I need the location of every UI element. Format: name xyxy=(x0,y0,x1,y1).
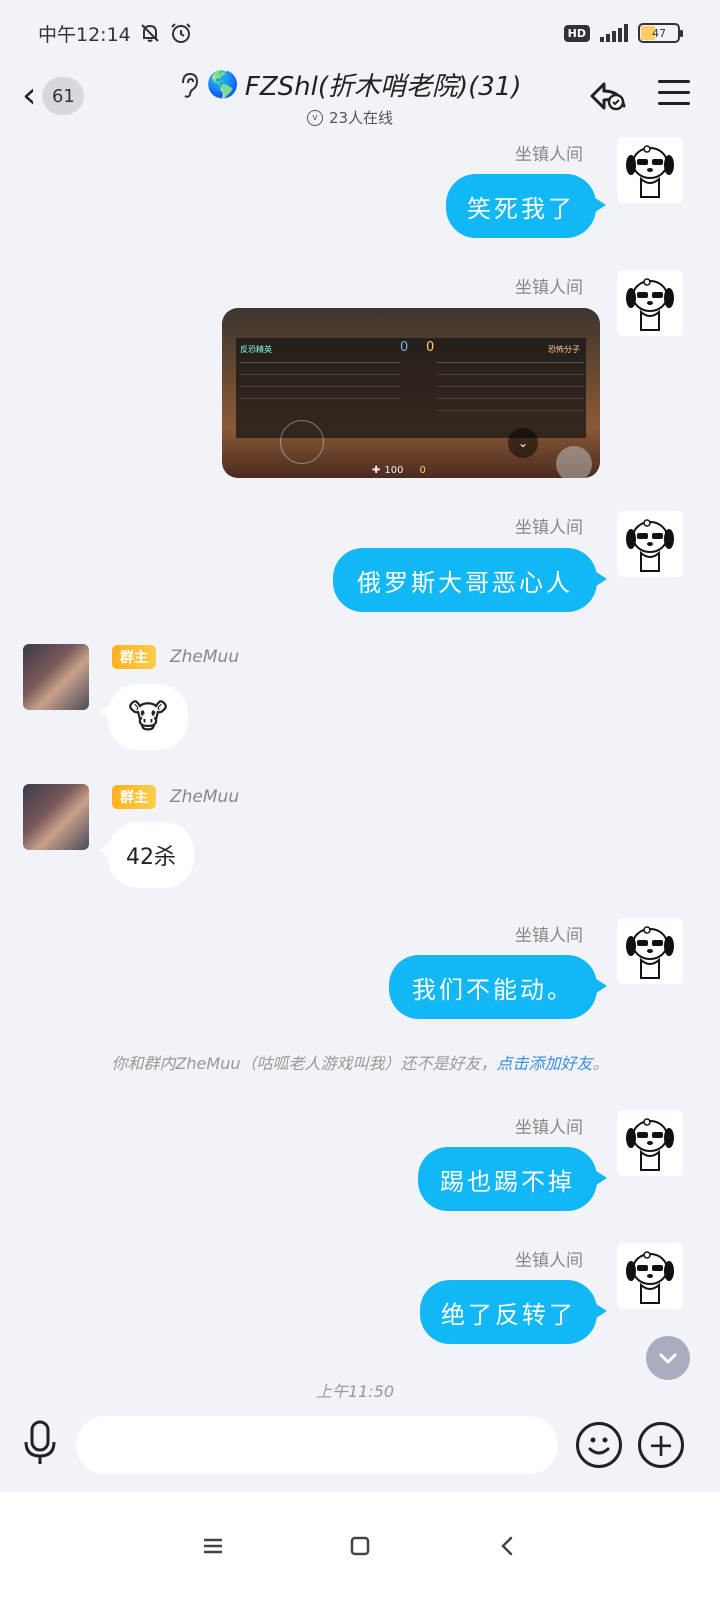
scoreboard-right-label: 恐怖分子 xyxy=(548,345,580,354)
status-left: 中午12:14 xyxy=(38,20,193,47)
scoreboard-left-label: 反恐精英 xyxy=(240,345,272,354)
avatar[interactable] xyxy=(23,644,89,710)
joystick-icon xyxy=(280,420,324,464)
message-bubble[interactable]: 🐮 xyxy=(99,684,188,750)
message-bubble[interactable]: 踢也踢不掉 xyxy=(418,1147,607,1211)
dog-avatar-icon xyxy=(626,926,674,979)
home-button[interactable] xyxy=(340,1526,380,1566)
chat-title-area[interactable]: 🌎 FZShl(折木哨老院)(31) v 23人在线 xyxy=(170,66,530,128)
message-bubble[interactable]: 俄罗斯大哥恶心人 xyxy=(333,548,607,612)
game-health: 100 xyxy=(384,464,404,476)
message-bubble[interactable]: 笑死我了 xyxy=(446,174,606,238)
plus-button[interactable]: + xyxy=(638,1422,684,1468)
input-bar: + xyxy=(0,1408,720,1488)
scroll-to-bottom-button[interactable] xyxy=(646,1336,690,1380)
emoji-button[interactable] xyxy=(576,1422,622,1468)
microphone-icon[interactable] xyxy=(20,1418,60,1468)
system-nav-bar xyxy=(0,1492,720,1600)
chat-title: FZShl(折木哨老院)(31) xyxy=(244,72,522,102)
dog-avatar-icon xyxy=(626,145,674,198)
bell-muted-icon xyxy=(141,24,159,42)
dog-avatar-icon xyxy=(626,1251,674,1304)
avatar[interactable] xyxy=(23,784,89,850)
chevron-down-icon: ⌄ xyxy=(508,428,538,458)
sender-name: ZheMuu xyxy=(170,647,240,667)
score-a: 0 xyxy=(400,340,409,355)
ear-icon xyxy=(182,72,199,98)
sender-name: 坐镇人间 xyxy=(515,1118,583,1138)
battery-level: 47 xyxy=(652,26,666,40)
status-bar: 中午12:14 HD 47 xyxy=(0,0,720,66)
menu-lines-icon xyxy=(204,1538,223,1554)
chevron-left-icon xyxy=(500,1536,512,1556)
avatar[interactable] xyxy=(617,511,683,577)
chevron-down-circle-icon: v xyxy=(306,109,323,126)
hd-badge: HD xyxy=(563,24,590,42)
owner-badge: 群主 xyxy=(112,645,156,669)
system-note-text: 你和群内ZheMuu（咕呱老人游戏叫我）还不是好友， xyxy=(111,1054,497,1073)
signal-icon xyxy=(600,24,628,42)
dog-avatar-icon xyxy=(626,278,674,331)
add-friend-link[interactable]: 点击添加好友 xyxy=(497,1054,593,1073)
status-time: 中午12:14 xyxy=(38,23,131,46)
owner-badge: 群主 xyxy=(112,785,156,809)
globe-icon: 🌎 xyxy=(206,69,239,100)
avatar[interactable] xyxy=(617,1110,683,1176)
share-screen-icon[interactable] xyxy=(586,76,632,116)
menu-icon[interactable] xyxy=(658,80,690,110)
message-input[interactable] xyxy=(76,1416,558,1474)
plus-icon: + xyxy=(647,1426,675,1464)
game-screenshot-image[interactable]: 反恐精英 0 0 恐怖分子 ✚ 100 0 ⌄ xyxy=(222,308,600,478)
alarm-icon xyxy=(171,23,191,43)
chevron-left-icon: ‹ xyxy=(22,75,37,116)
sender-name: 坐镇人间 xyxy=(515,1251,583,1271)
recent-apps-button[interactable] xyxy=(193,1526,233,1566)
back-button[interactable]: ‹ 61 xyxy=(22,76,92,116)
unread-count-badge: 61 xyxy=(42,77,85,115)
square-icon xyxy=(350,1536,370,1556)
sender-name: 坐镇人间 xyxy=(515,926,583,946)
smiley-icon xyxy=(588,1437,610,1455)
score-b: 0 xyxy=(426,340,435,355)
back-nav-button[interactable] xyxy=(487,1526,527,1566)
avatar[interactable] xyxy=(617,270,683,336)
battery-icon: 47 xyxy=(638,23,683,43)
game-ammo: 0 xyxy=(419,464,426,476)
sender-name: 坐镇人间 xyxy=(515,518,583,538)
chat-header: ‹ 61 🌎 FZShl(折木哨老院)(31) v 23人在线 xyxy=(0,66,720,138)
dog-avatar-icon xyxy=(626,519,674,572)
message-bubble[interactable]: 绝了反转了 xyxy=(420,1280,607,1344)
chevron-down-icon xyxy=(659,1353,677,1364)
jump-button-icon xyxy=(556,446,592,478)
dog-avatar-icon xyxy=(626,1118,674,1171)
status-right: HD 47 xyxy=(563,23,683,43)
avatar[interactable] xyxy=(617,137,683,203)
system-note: 你和群内ZheMuu（咕呱老人游戏叫我）还不是好友，点击添加好友。 xyxy=(0,1050,720,1074)
sender-name: ZheMuu xyxy=(170,787,240,807)
sender-name: 坐镇人间 xyxy=(515,278,583,298)
sender-name: 坐镇人间 xyxy=(515,145,583,165)
message-bubble[interactable]: 我们不能动。 xyxy=(389,955,607,1019)
time-separator: 上午11:50 xyxy=(315,1382,395,1401)
avatar[interactable] xyxy=(617,918,683,984)
online-count: 23人在线 xyxy=(328,109,394,127)
system-note-end: 。 xyxy=(592,1054,609,1073)
message-bubble[interactable]: 42杀 xyxy=(99,822,194,888)
avatar[interactable] xyxy=(617,1243,683,1309)
